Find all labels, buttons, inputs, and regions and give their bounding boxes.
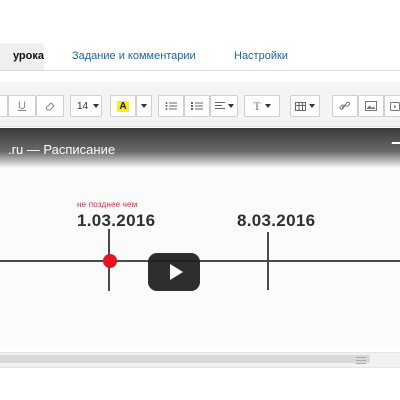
font-color-dropdown[interactable] [136,95,152,117]
text-type-select[interactable]: T [244,95,280,117]
embedded-video[interactable]: .ru — Расписание не позднее чем 1.03.201… [0,128,400,348]
image-icon [365,101,377,111]
tab-divider [0,70,400,71]
resize-grip-icon[interactable] [356,357,366,364]
video-title[interactable]: .ru — Расписание [8,142,115,157]
chevron-down-icon [264,104,271,108]
link-button[interactable] [332,95,358,117]
numbered-list-icon [191,102,203,110]
chevron-down-icon [93,104,100,108]
editor-toolbar: U 14 A T [0,82,400,127]
font-color-letter: A [117,100,129,112]
font-size-value: 14 [77,100,89,112]
slide-date-left: 1.03.2016 [77,211,156,230]
tab-settings[interactable]: Настройки [234,43,288,70]
bullet-list-icon [165,102,177,110]
table-select[interactable] [290,95,320,117]
align-select[interactable] [210,95,238,117]
table-icon [295,101,306,111]
underline-button[interactable]: U [8,95,36,117]
bullet-list-button[interactable] [158,95,184,117]
underline-label: U [18,100,26,112]
scrollbar-thumb[interactable] [0,355,370,363]
clear-format-button[interactable] [36,95,64,117]
italic-button[interactable] [0,95,8,117]
timeline-marker [103,254,117,268]
eraser-icon [45,102,55,111]
tab-lesson[interactable]: урока [0,43,44,70]
horizontal-scrollbar[interactable] [0,352,400,368]
font-color-button[interactable]: A [110,95,136,117]
font-size-select[interactable]: 14 [70,95,102,117]
slide-date-right: 8.03.2016 [237,211,316,230]
chevron-down-icon [309,104,315,108]
tab-bar: урока Задание и комментарии Настройки [0,0,400,78]
tab-task-and-comments[interactable]: Задание и комментарии [72,43,196,70]
text-type-label: T [253,98,261,113]
image-button[interactable] [358,95,384,117]
video-icon [390,101,400,111]
slide-note: не позднее чем [77,200,138,209]
play-icon [169,264,183,280]
link-icon [339,101,350,110]
align-left-icon [214,101,225,109]
timeline-tick-right [267,232,269,290]
video-slide [0,168,400,348]
video-button[interactable] [384,95,400,117]
play-button[interactable] [148,253,200,291]
timeline-line [0,260,400,262]
chevron-down-icon [227,104,234,108]
chevron-down-icon [141,104,147,108]
numbered-list-button[interactable] [184,95,210,117]
